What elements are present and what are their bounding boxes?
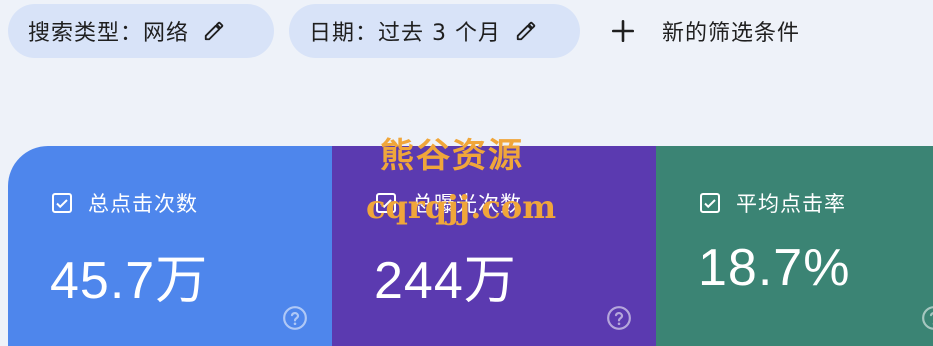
help-circle-icon[interactable] — [606, 305, 632, 331]
plus-icon — [610, 18, 636, 44]
metric-card-clicks[interactable]: 总点击次数 45.7万 — [8, 146, 332, 346]
metric-clicks-label: 总点击次数 — [88, 192, 198, 216]
filter-chip-date-label: 日期：过去 3 个月 — [309, 21, 501, 46]
checkbox-checked-icon[interactable] — [698, 191, 722, 215]
metric-card-ctr-header[interactable]: 平均点击率 — [698, 188, 846, 218]
filter-chip-date[interactable]: 日期：过去 3 个月 — [289, 4, 580, 58]
metric-card-ctr[interactable]: 平均点击率 18.7% — [656, 146, 933, 346]
add-filter-label: 新的筛选条件 — [662, 21, 801, 46]
metric-card-clicks-header[interactable]: 总点击次数 — [50, 188, 198, 218]
help-circle-icon[interactable] — [921, 305, 933, 331]
metric-clicks-value: 45.7万 — [50, 252, 209, 310]
pencil-icon[interactable] — [515, 20, 537, 42]
metric-ctr-label: 平均点击率 — [736, 192, 846, 216]
watermark-url: cqrqjj.com — [366, 188, 557, 226]
help-circle-icon[interactable] — [282, 305, 308, 331]
metric-ctr-value: 18.7% — [698, 239, 851, 297]
watermark-text: 熊谷资源 — [380, 136, 524, 176]
checkbox-checked-icon[interactable] — [50, 191, 74, 215]
metric-impressions-value: 244万 — [374, 252, 517, 310]
pencil-icon[interactable] — [203, 20, 225, 42]
filter-chip-search-type[interactable]: 搜索类型：网络 — [8, 4, 274, 58]
filter-chip-search-type-label: 搜索类型：网络 — [28, 21, 190, 46]
add-filter-button[interactable]: 新的筛选条件 — [610, 4, 800, 58]
